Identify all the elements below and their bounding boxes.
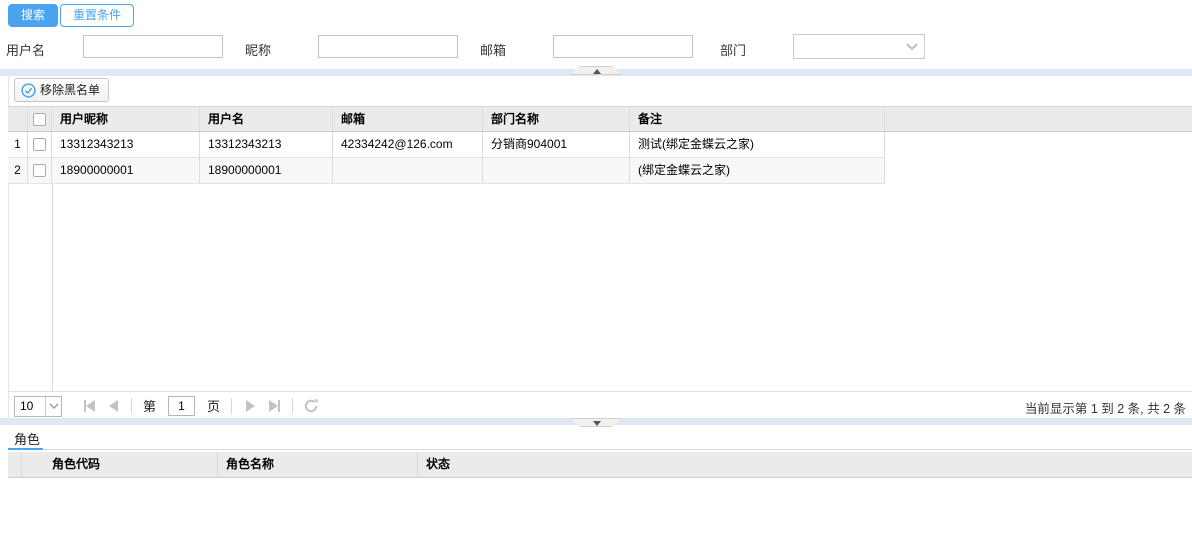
pager-separator	[231, 398, 232, 414]
row-checkbox[interactable]	[33, 138, 46, 151]
col-header-department[interactable]: 部门名称	[483, 107, 630, 131]
department-cell	[483, 158, 630, 183]
header-filler	[885, 107, 1192, 131]
username-input[interactable]	[83, 35, 223, 58]
username-cell: 13312343213	[200, 132, 333, 157]
username-cell: 18900000001	[200, 158, 333, 183]
splitter-collapse-up-handle[interactable]	[570, 66, 622, 75]
col-header-role-code[interactable]: 角色代码	[22, 452, 218, 477]
department-cell: 分销商904001	[483, 132, 630, 157]
remove-blacklist-label: 移除黑名单	[40, 79, 100, 101]
row-checkbox-cell	[28, 158, 52, 183]
select-all-cell	[28, 107, 52, 131]
horizontal-splitter-bottom[interactable]	[0, 418, 1192, 425]
splitter-collapse-down-handle[interactable]	[570, 418, 622, 427]
chevron-down-icon	[45, 397, 61, 416]
email-input[interactable]	[553, 35, 693, 58]
search-button[interactable]: 搜索	[8, 4, 58, 27]
check-circle-icon	[21, 83, 36, 98]
page-size-select[interactable]: 10	[14, 396, 62, 417]
refresh-icon[interactable]	[302, 397, 320, 415]
page-size-value: 10	[15, 397, 45, 416]
col-header-role-status[interactable]: 状态	[418, 452, 678, 477]
department-label: 部门	[720, 40, 746, 59]
remark-cell: 测试(绑定金蝶云之家)	[630, 132, 885, 157]
row-checkbox-cell	[28, 132, 52, 157]
reset-conditions-button[interactable]: 重置条件	[60, 4, 134, 27]
next-page-icon[interactable]	[241, 397, 259, 415]
role-tab-active-underline	[8, 448, 43, 450]
row-number-cell: 1	[8, 132, 28, 157]
first-page-icon[interactable]	[80, 397, 98, 415]
role-tab-divider	[8, 449, 1192, 450]
col-header-email[interactable]: 邮箱	[333, 107, 483, 131]
frozen-column-divider	[52, 184, 53, 391]
app-window: 搜索 重置条件 用户名 昵称 邮箱 部门 移除黑名单 用户	[0, 0, 1192, 534]
pager-separator	[131, 398, 132, 414]
email-label: 邮箱	[480, 40, 506, 59]
nickname-label: 昵称	[245, 40, 271, 59]
role-table-header: 角色代码 角色名称 状态	[8, 452, 1192, 478]
role-row-number-header	[8, 452, 22, 477]
col-header-role-name[interactable]: 角色名称	[218, 452, 418, 477]
table-row[interactable]: 2 18900000001 18900000001 (绑定金蝶云之家)	[8, 158, 885, 184]
tab-role[interactable]: 角色	[14, 429, 40, 448]
horizontal-splitter-top[interactable]	[0, 69, 1192, 76]
col-header-username[interactable]: 用户名	[200, 107, 333, 131]
chevron-down-icon	[906, 43, 918, 51]
pager-status-text: 当前显示第 1 到 2 条, 共 2 条	[1025, 398, 1186, 417]
col-header-remark[interactable]: 备注	[630, 107, 885, 131]
department-select[interactable]	[793, 34, 925, 59]
page-suffix-label: 页	[207, 396, 220, 415]
collapse-up-icon	[593, 69, 601, 74]
page-number-input[interactable]	[168, 396, 195, 416]
username-label: 用户名	[6, 40, 45, 59]
email-cell: 42334242@126.com	[333, 132, 483, 157]
nickname-input[interactable]	[318, 35, 458, 58]
nickname-cell: 13312343213	[52, 132, 200, 157]
collapse-down-icon	[593, 421, 601, 426]
row-number-cell: 2	[8, 158, 28, 183]
email-cell	[333, 158, 483, 183]
header-filler	[678, 452, 1192, 477]
page-prefix-label: 第	[143, 396, 156, 415]
row-number-header	[8, 107, 28, 131]
pager-separator	[292, 398, 293, 414]
remove-blacklist-button[interactable]: 移除黑名单	[14, 78, 109, 102]
prev-page-icon[interactable]	[104, 397, 122, 415]
select-all-checkbox[interactable]	[33, 113, 46, 126]
table-row[interactable]: 1 13312343213 13312343213 42334242@126.c…	[8, 132, 885, 158]
last-page-icon[interactable]	[265, 397, 283, 415]
row-checkbox[interactable]	[33, 164, 46, 177]
pagination-bar: 10 第 页 当前显示第 1 到 2 条, 共 2 条	[8, 391, 1192, 418]
user-table-header: 用户昵称 用户名 邮箱 部门名称 备注	[8, 106, 1192, 132]
nickname-cell: 18900000001	[52, 158, 200, 183]
col-header-nickname[interactable]: 用户昵称	[52, 107, 200, 131]
remark-cell: (绑定金蝶云之家)	[630, 158, 885, 183]
